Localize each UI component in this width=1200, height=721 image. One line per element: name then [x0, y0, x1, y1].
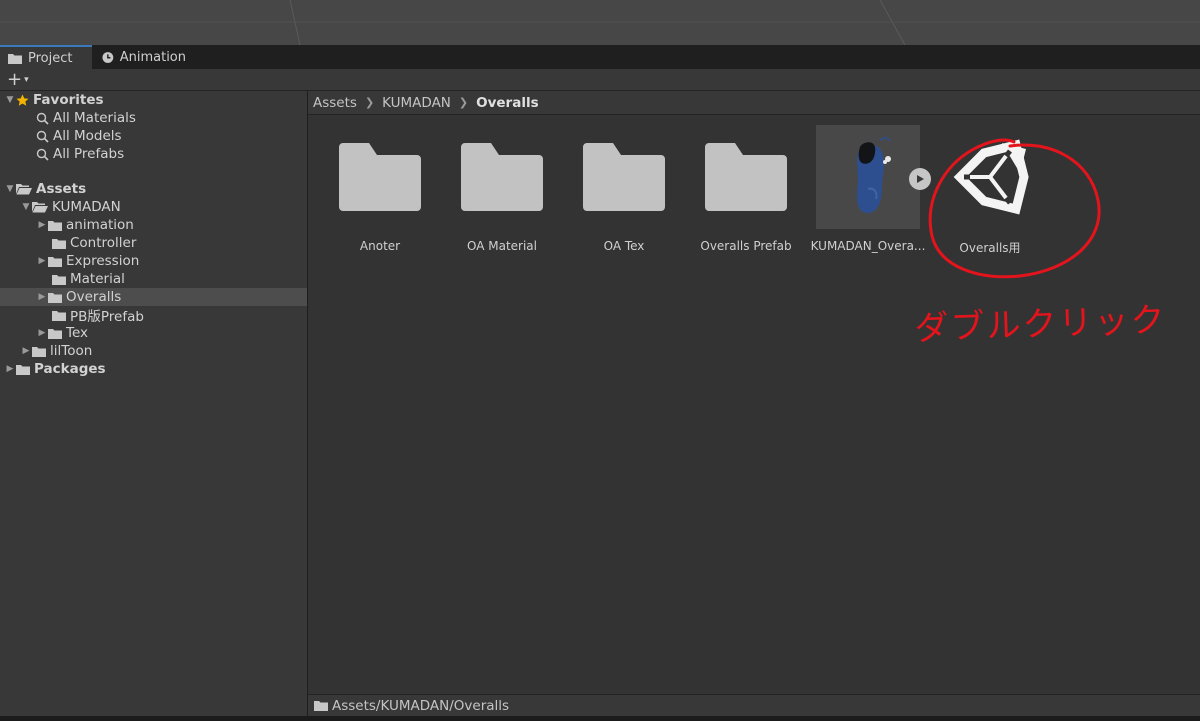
expand-arrow-icon[interactable]: ▼ [4, 95, 16, 105]
tree-label: All Materials [53, 110, 136, 126]
star-icon [16, 94, 29, 106]
tree-item-all-prefabs[interactable]: All Prefabs [0, 145, 307, 163]
tab-animation-label: Animation [119, 49, 186, 65]
asset-scene-overalls[interactable]: Overalls用 [935, 129, 1045, 256]
tree-label: Material [70, 271, 125, 287]
window-bottom-edge [0, 716, 1200, 721]
tree-label: lilToon [50, 343, 93, 359]
tree-item-pb-prefab[interactable]: PB版Prefab [0, 306, 307, 325]
tree-label: All Models [53, 128, 122, 144]
breadcrumb-item[interactable]: KUMADAN [382, 95, 451, 111]
search-icon [36, 112, 49, 125]
asset-folder-overalls-prefab[interactable]: Overalls Prefab [691, 129, 801, 253]
tree-label: All Prefabs [53, 146, 125, 162]
chevron-right-icon: ❯ [458, 96, 469, 109]
folder-icon [16, 364, 30, 375]
folder-icon [48, 220, 62, 231]
expand-arrow-icon[interactable]: ▶ [36, 256, 48, 266]
expand-arrow-icon[interactable]: ▶ [20, 346, 32, 356]
asset-name: Anoter [359, 239, 401, 253]
expand-arrow-icon[interactable]: ▶ [36, 292, 48, 302]
tree-label: Expression [66, 253, 140, 269]
tree-item-packages[interactable]: ▶ Packages [0, 360, 307, 378]
create-dropdown-button[interactable]: + ▾ [7, 69, 29, 90]
asset-folder-anoter[interactable]: Anoter [325, 129, 435, 253]
folder-tree: ▼ Favorites All Materials All Models All… [0, 91, 308, 721]
tree-label: Overalls [66, 289, 122, 305]
folder-open-icon [32, 202, 48, 213]
chevron-right-icon: ❯ [364, 96, 375, 109]
folder-open-icon [16, 184, 32, 195]
chevron-down-icon: ▾ [24, 74, 29, 85]
tree-item-overalls[interactable]: ▶ Overalls [0, 288, 307, 306]
expand-arrow-icon[interactable]: ▶ [4, 364, 16, 374]
folder-icon [8, 53, 22, 64]
asset-name: OA Material [466, 239, 537, 253]
tree-item-liltoon[interactable]: ▶ lilToon [0, 342, 307, 360]
tree-item-tex[interactable]: ▶ Tex [0, 324, 307, 342]
asset-model-kumadan-overalls[interactable]: KUMADAN_Overa... [810, 125, 926, 253]
tab-project[interactable]: Project [0, 45, 92, 69]
clock-icon [102, 51, 114, 63]
breadcrumb-item[interactable]: Overalls [476, 95, 539, 111]
tree-item-all-models[interactable]: All Models [0, 127, 307, 145]
tab-animation[interactable]: Animation [94, 45, 194, 69]
tree-label: Controller [70, 235, 137, 251]
folder-icon [332, 129, 428, 225]
asset-folder-oa-tex[interactable]: OA Tex [569, 129, 679, 253]
project-toolbar: + ▾ [0, 69, 1200, 91]
expand-arrow-icon[interactable]: ▶ [36, 328, 48, 338]
folder-icon [698, 129, 794, 225]
selected-path-label: Assets/KUMADAN/Overalls [332, 697, 510, 714]
tree-item-controller[interactable]: Controller [0, 234, 307, 252]
folder-icon [314, 701, 328, 711]
asset-name: OA Tex [603, 239, 645, 253]
expand-arrow-icon[interactable]: ▶ [36, 220, 48, 230]
unity-logo-icon [942, 129, 1038, 225]
folder-icon [52, 310, 66, 321]
tree-label: Packages [34, 361, 106, 377]
tree-item-kumadan[interactable]: ▼ KUMADAN [0, 198, 307, 216]
tree-item-all-materials[interactable]: All Materials [0, 109, 307, 127]
tree-item-material[interactable]: Material [0, 270, 307, 288]
breadcrumb-item[interactable]: Assets [313, 95, 357, 111]
tree-label: KUMADAN [52, 199, 121, 215]
folder-icon [48, 256, 62, 267]
tree-label: Assets [36, 181, 87, 197]
asset-name: Overalls Prefab [700, 239, 792, 253]
folder-icon [454, 129, 550, 225]
expand-asset-play-icon[interactable] [909, 168, 931, 190]
tree-label: Favorites [33, 92, 104, 108]
search-icon [36, 130, 49, 143]
tree-label: Tex [66, 325, 89, 341]
folder-icon [48, 328, 62, 339]
asset-name: KUMADAN_Overa... [810, 239, 926, 253]
folder-icon [52, 274, 66, 285]
folder-icon [52, 238, 66, 249]
plus-icon: + [7, 69, 23, 90]
breadcrumb: Assets ❯ KUMADAN ❯ Overalls [308, 91, 1200, 115]
asset-folder-oa-material[interactable]: OA Material [447, 129, 557, 253]
folder-icon [32, 346, 46, 357]
tree-label: PB版Prefab [70, 309, 144, 325]
tree-item-favorites[interactable]: ▼ Favorites [0, 91, 307, 109]
expand-arrow-icon[interactable]: ▼ [4, 184, 16, 194]
tree-item-expression[interactable]: ▶ Expression [0, 252, 307, 270]
tab-project-label: Project [28, 50, 73, 66]
search-icon [36, 148, 49, 161]
tree-item-animation[interactable]: ▶ animation [0, 216, 307, 234]
model-preview-thumbnail [816, 125, 920, 229]
folder-icon [576, 129, 672, 225]
folder-icon [48, 292, 62, 303]
scene-view[interactable] [0, 0, 1200, 45]
tree-item-assets[interactable]: ▼ Assets [0, 180, 307, 198]
tree-label: animation [66, 217, 134, 233]
asset-name: Overalls用 [959, 241, 1021, 255]
window-tab-bar: Project Animation [0, 45, 1200, 69]
selected-path-bar: Assets/KUMADAN/Overalls [308, 694, 1200, 716]
asset-browser: Assets ❯ KUMADAN ❯ Overalls Anoter OA Ma… [308, 91, 1200, 721]
expand-arrow-icon[interactable]: ▼ [20, 202, 32, 212]
